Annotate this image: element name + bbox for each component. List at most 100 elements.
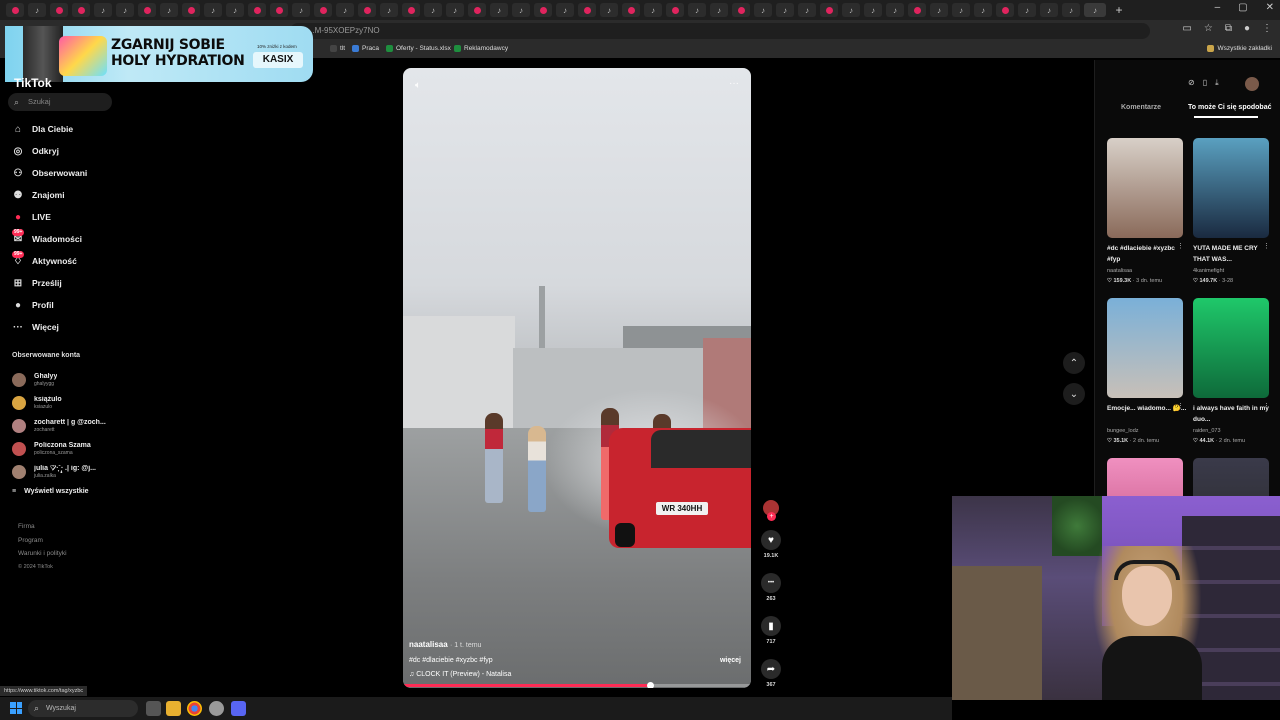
music-link[interactable]: ♫ CLOCK IT (Preview) - Natalisa [409, 671, 511, 678]
chrome-icon[interactable] [187, 701, 202, 716]
browser-tab[interactable]: ♪ [710, 3, 728, 17]
browser-tab[interactable]: ♪ [886, 3, 904, 17]
sidebar-item-obserwowani[interactable]: ⚇ Obserwowani [10, 162, 130, 184]
browser-tab[interactable]: ♪ [688, 3, 706, 17]
browser-tab[interactable]: ♪ [226, 3, 244, 17]
show-all-button[interactable]: ≡ Wyświetl wszystkie [12, 488, 89, 495]
browser-tab[interactable]: ♪ [644, 3, 662, 17]
obs-icon[interactable] [209, 701, 224, 716]
browser-tab[interactable]: ♪ [798, 3, 816, 17]
sidebar-item-prze-lij[interactable]: ⊞ Prześlij [10, 272, 130, 294]
browser-tab[interactable]: ♪ [1062, 3, 1080, 17]
bookmark-item[interactable]: Reklamodawcy [454, 45, 508, 52]
browser-tab[interactable]: ♪ [600, 3, 618, 17]
sidebar-item-aktywno-[interactable]: ♢ 99+ Aktywność [10, 250, 130, 272]
browser-tab[interactable] [666, 3, 684, 17]
browser-tab[interactable] [732, 3, 750, 17]
browser-tab[interactable]: ♪ [864, 3, 882, 17]
browser-tab[interactable]: ♪ [160, 3, 178, 17]
author-name[interactable]: naatalisaa [409, 640, 448, 649]
author-avatar[interactable]: + [763, 500, 779, 521]
followed-account[interactable]: Policzona Szama policzona_szama [12, 437, 122, 460]
address-bar[interactable]: ...M-95XOEPzy7NO [290, 23, 1150, 39]
file-explorer-icon[interactable] [166, 701, 181, 716]
profile-icon[interactable]: ● [1244, 23, 1250, 34]
browser-tab[interactable] [820, 3, 838, 17]
share-button[interactable]: ➦ 367 [760, 659, 782, 688]
browser-tab[interactable]: ♪ [1040, 3, 1058, 17]
bookmark-item[interactable]: tlt [330, 45, 345, 52]
browser-tab[interactable]: ♪ [512, 3, 530, 17]
suggested-video-thumbnail[interactable] [1193, 298, 1269, 398]
user-avatar[interactable] [1245, 77, 1259, 91]
comment-button[interactable]: ••• 263 [760, 573, 782, 602]
browser-tab[interactable]: ♪ [292, 3, 310, 17]
video-hashtags[interactable]: #dc #dlaciebie #xyzbc #fyp [409, 657, 493, 664]
sidebar-item-odkryj[interactable]: ◎ Odkryj [10, 140, 130, 162]
browser-tab[interactable] [358, 3, 376, 17]
extensions-icon[interactable]: ⧉ [1225, 23, 1232, 34]
maximize-icon[interactable]: ▢ [1238, 2, 1247, 13]
sidebar-item-wi-cej[interactable]: ··· Więcej [10, 316, 130, 338]
browser-tab[interactable]: ♪ [754, 3, 772, 17]
browser-tab[interactable]: ♪ [556, 3, 574, 17]
browser-tab[interactable] [270, 3, 288, 17]
browser-tab[interactable] [534, 3, 552, 17]
windows-start-icon[interactable] [10, 702, 22, 714]
taskbar-search[interactable]: ⌕ Wyszukaj [28, 700, 138, 717]
progress-knob[interactable] [647, 682, 655, 688]
suggested-user[interactable]: 4kanimefight [1193, 268, 1224, 274]
suggested-user[interactable]: bungee_lodz [1107, 428, 1139, 434]
browser-tab[interactable] [182, 3, 200, 17]
browser-tab[interactable]: ♪ [336, 3, 354, 17]
menu-icon[interactable]: ⋮ [1262, 23, 1272, 34]
video-player[interactable]: WR 340HH 🔈︎ ··· naatalisaa · 1 t. temu #… [403, 68, 751, 688]
browser-tab[interactable]: ♪ [952, 3, 970, 17]
footer-link-company[interactable]: Firma [18, 520, 67, 534]
browser-tab[interactable] [996, 3, 1014, 17]
tab-suggested[interactable]: To może Ci się spodobać [1188, 104, 1272, 111]
browser-tab[interactable] [6, 3, 24, 17]
cast-icon[interactable]: ▭ [1182, 23, 1191, 34]
bookmark-item[interactable]: Praca [352, 45, 379, 52]
browser-tab[interactable]: ♪ [94, 3, 112, 17]
browser-tab[interactable]: ♪ [380, 3, 398, 17]
previous-video-button[interactable]: ⌃ [1063, 352, 1085, 374]
more-icon[interactable]: ⋮ [1177, 402, 1184, 410]
footer-link-terms[interactable]: Warunki i polityki [18, 547, 67, 561]
compass-icon[interactable]: ⊘ [1188, 78, 1195, 88]
tiktok-logo[interactable]: TikTok [14, 76, 52, 90]
search-input[interactable]: ⌕ Szukaj [8, 93, 112, 111]
sidebar-item-profil[interactable]: ● Profil [10, 294, 130, 316]
star-icon[interactable]: ☆ [1204, 23, 1213, 34]
suggested-user[interactable]: raiden_073 [1193, 428, 1221, 434]
browser-tab[interactable] [578, 3, 596, 17]
next-video-button[interactable]: ⌄ [1063, 383, 1085, 405]
new-tab-icon[interactable]: + [1110, 3, 1128, 17]
video-author[interactable]: naatalisaa · 1 t. temu [409, 640, 481, 649]
browser-tab[interactable]: ♪ [776, 3, 794, 17]
device-icon[interactable]: ▯ [1203, 78, 1207, 88]
suggested-video-thumbnail[interactable] [1107, 298, 1183, 398]
browser-tab[interactable]: ♪ [424, 3, 442, 17]
discord-icon[interactable] [231, 701, 246, 716]
browser-tab[interactable] [50, 3, 68, 17]
browser-tab[interactable] [248, 3, 266, 17]
task-view-icon[interactable] [146, 701, 161, 716]
browser-tab[interactable] [622, 3, 640, 17]
browser-tab[interactable] [908, 3, 926, 17]
close-icon[interactable]: ✕ [1266, 2, 1274, 13]
browser-tab[interactable]: ♪ [842, 3, 860, 17]
browser-tab[interactable]: ♪ [930, 3, 948, 17]
all-bookmarks[interactable]: Wszystkie zakładki [1207, 45, 1272, 52]
sidebar-item-dla-ciebie[interactable]: ⌂ Dla Ciebie [10, 118, 130, 140]
suggested-caption[interactable]: YUTA MADE ME CRY THAT WAS... [1193, 244, 1273, 265]
minimize-icon[interactable]: – [1215, 2, 1221, 13]
footer-link-program[interactable]: Program [18, 534, 67, 548]
browser-tab[interactable]: ♪ [490, 3, 508, 17]
browser-tab[interactable] [402, 3, 420, 17]
volume-icon[interactable]: 🔈︎ [415, 80, 421, 91]
followed-account[interactable]: julia ♡̷·̩͙˚‧̩̥ .| ig: @j... julia.zalka [12, 460, 122, 483]
suggested-user[interactable]: naatalisaa [1107, 268, 1132, 274]
download-icon[interactable]: ⤓ [1215, 78, 1219, 88]
